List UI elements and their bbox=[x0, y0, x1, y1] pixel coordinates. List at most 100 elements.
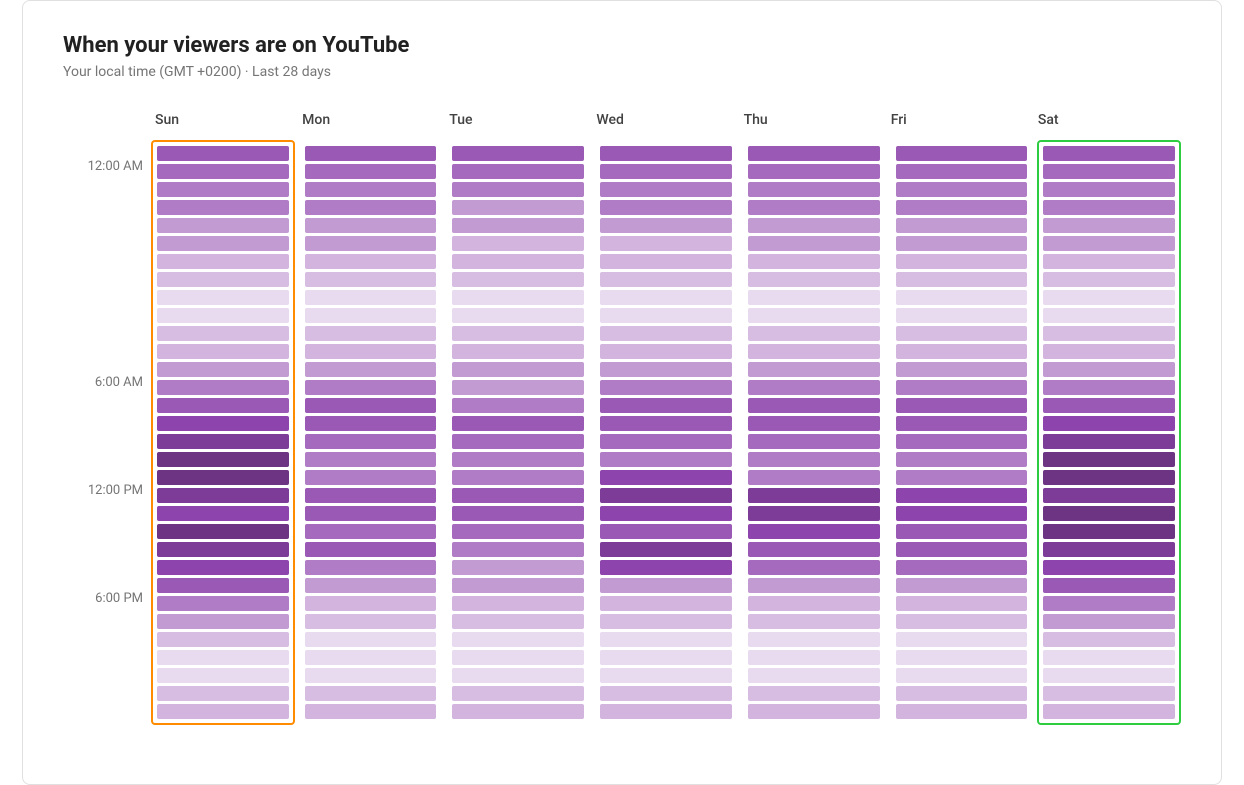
heat-cell bbox=[157, 308, 289, 323]
heat-cell bbox=[452, 614, 584, 629]
heat-cell bbox=[305, 434, 437, 449]
heat-cell bbox=[896, 290, 1028, 305]
heat-cell bbox=[452, 380, 584, 395]
heat-cell bbox=[157, 470, 289, 485]
heat-cell bbox=[305, 506, 437, 521]
heat-cell bbox=[1043, 506, 1175, 521]
heat-cell bbox=[157, 344, 289, 359]
heat-cell bbox=[748, 704, 880, 719]
heat-cell bbox=[748, 578, 880, 593]
heat-cell bbox=[896, 470, 1028, 485]
heat-cell bbox=[305, 596, 437, 611]
day-column-sat bbox=[1037, 140, 1181, 725]
heat-cell bbox=[452, 506, 584, 521]
heat-cell bbox=[600, 326, 732, 341]
heat-cell bbox=[896, 236, 1028, 251]
heat-cell bbox=[748, 632, 880, 647]
heat-cell bbox=[896, 614, 1028, 629]
heat-cell bbox=[452, 542, 584, 557]
heat-cell bbox=[1043, 686, 1175, 701]
heat-cell bbox=[157, 236, 289, 251]
heat-cell bbox=[896, 416, 1028, 431]
heat-cell bbox=[1043, 434, 1175, 449]
heat-cell bbox=[748, 164, 880, 179]
heat-cell bbox=[1043, 164, 1175, 179]
heat-cell bbox=[600, 236, 732, 251]
heat-cell bbox=[896, 668, 1028, 683]
heat-cell bbox=[157, 596, 289, 611]
heat-cell bbox=[1043, 488, 1175, 503]
heat-cell bbox=[1043, 542, 1175, 557]
heat-cell bbox=[896, 362, 1028, 377]
day-header-mon: Mon bbox=[298, 112, 445, 136]
heat-cell bbox=[600, 272, 732, 287]
heat-cell bbox=[1043, 182, 1175, 197]
heat-cell bbox=[305, 290, 437, 305]
heat-cell bbox=[748, 452, 880, 467]
heat-cell bbox=[452, 686, 584, 701]
heat-cell bbox=[748, 398, 880, 413]
day-header-fri: Fri bbox=[887, 112, 1034, 136]
day-header-wed: Wed bbox=[592, 112, 739, 136]
heat-cell bbox=[896, 578, 1028, 593]
page-subtitle: Your local time (GMT +0200) · Last 28 da… bbox=[63, 64, 1181, 80]
card: When your viewers are on YouTube Your lo… bbox=[22, 0, 1222, 785]
heat-cell bbox=[305, 524, 437, 539]
heat-cell bbox=[157, 380, 289, 395]
heat-cell bbox=[896, 686, 1028, 701]
heat-cell bbox=[748, 416, 880, 431]
heat-cell bbox=[600, 632, 732, 647]
heat-cell bbox=[157, 686, 289, 701]
heat-cell bbox=[748, 344, 880, 359]
heat-cell bbox=[452, 704, 584, 719]
heat-cell bbox=[1043, 632, 1175, 647]
heat-cell bbox=[452, 290, 584, 305]
heat-cell bbox=[600, 488, 732, 503]
heat-cell bbox=[452, 218, 584, 233]
grid-area: SunMonTueWedThuFriSat bbox=[151, 112, 1181, 725]
heat-cell bbox=[896, 452, 1028, 467]
heat-cell bbox=[157, 560, 289, 575]
heat-cell bbox=[600, 146, 732, 161]
heat-cell bbox=[157, 362, 289, 377]
heat-cell bbox=[748, 614, 880, 629]
columns-row bbox=[151, 140, 1181, 725]
heat-cell bbox=[305, 614, 437, 629]
heat-cell bbox=[157, 488, 289, 503]
day-header-sun: Sun bbox=[151, 112, 298, 136]
heat-cell bbox=[600, 470, 732, 485]
heat-cell bbox=[1043, 416, 1175, 431]
heat-cell bbox=[896, 434, 1028, 449]
heat-cell bbox=[452, 398, 584, 413]
day-column-fri bbox=[890, 140, 1034, 725]
heat-cell bbox=[748, 218, 880, 233]
heat-cell bbox=[305, 362, 437, 377]
heat-cell bbox=[305, 398, 437, 413]
heat-cell bbox=[600, 650, 732, 665]
heat-cell bbox=[1043, 650, 1175, 665]
heat-cell bbox=[157, 704, 289, 719]
heat-cell bbox=[896, 200, 1028, 215]
heat-cell bbox=[1043, 470, 1175, 485]
heat-cell bbox=[452, 326, 584, 341]
heat-cell bbox=[157, 632, 289, 647]
heat-cell bbox=[600, 398, 732, 413]
heat-cell bbox=[600, 290, 732, 305]
heat-cell bbox=[452, 362, 584, 377]
heat-cell bbox=[305, 686, 437, 701]
heat-cell bbox=[600, 254, 732, 269]
heat-cell bbox=[452, 434, 584, 449]
heat-cell bbox=[305, 146, 437, 161]
heat-cell bbox=[157, 146, 289, 161]
heat-cell bbox=[748, 380, 880, 395]
heat-cell bbox=[600, 524, 732, 539]
heat-cell bbox=[305, 218, 437, 233]
heat-cell bbox=[157, 542, 289, 557]
heat-cell bbox=[600, 596, 732, 611]
heat-cell bbox=[600, 308, 732, 323]
heat-cell bbox=[1043, 524, 1175, 539]
heat-cell bbox=[600, 668, 732, 683]
heat-cell bbox=[157, 272, 289, 287]
heat-cell bbox=[600, 362, 732, 377]
heat-cell bbox=[1043, 254, 1175, 269]
